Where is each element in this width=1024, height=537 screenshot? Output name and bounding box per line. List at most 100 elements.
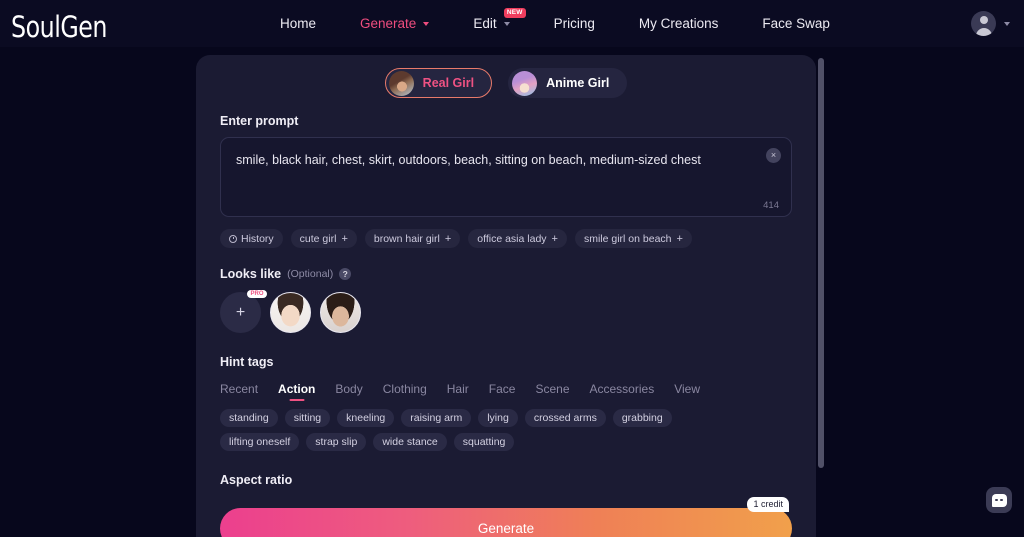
hint-tab-view[interactable]: View — [674, 382, 700, 401]
history-chip[interactable]: History — [220, 229, 283, 248]
nav-item-pricing[interactable]: Pricing — [532, 0, 617, 47]
plus-icon: + — [235, 303, 246, 321]
hint-tab-clothing[interactable]: Clothing — [383, 382, 427, 401]
hint-tag[interactable]: sitting — [284, 409, 331, 427]
scrollbar-thumb[interactable] — [818, 58, 824, 468]
account-menu[interactable] — [971, 11, 1010, 36]
hint-tag-row: lifting oneself strap slip wide stance s… — [220, 433, 792, 451]
generation-panel: Real Girl Anime Girl Enter prompt smile,… — [196, 55, 816, 537]
hint-tags-label: Hint tags — [220, 355, 792, 369]
chat-widget-button[interactable] — [986, 487, 1012, 513]
hint-tab-recent[interactable]: Recent — [220, 382, 258, 401]
prompt-textarea[interactable]: smile, black hair, chest, skirt, outdoor… — [220, 137, 792, 217]
generate-section: Generate 1 credit — [220, 497, 792, 537]
hint-tags-title: Hint tags — [220, 355, 274, 369]
nav-item-face-swap[interactable]: Face Swap — [740, 0, 852, 47]
add-face-button[interactable]: + PRO — [220, 290, 267, 333]
hint-tag[interactable]: kneeling — [337, 409, 395, 427]
chip-label: cute girl — [299, 232, 337, 245]
suggestion-chip[interactable]: smile girl on beach + — [574, 229, 692, 248]
hint-tag-list: standing sitting kneeling raising arm ly… — [220, 409, 792, 451]
hint-tag[interactable]: raising arm — [401, 409, 472, 427]
generate-label: Generate — [477, 521, 535, 536]
looks-like-title: Looks like — [220, 267, 282, 281]
help-icon[interactable]: ? — [339, 268, 352, 280]
user-avatar-icon — [971, 11, 996, 36]
suggestion-chip[interactable]: cute girl + — [290, 229, 357, 248]
new-badge: NEW — [503, 8, 526, 18]
chip-label: smile girl on beach — [583, 232, 672, 245]
generate-button[interactable]: Generate — [220, 508, 792, 537]
nav-item-label: Pricing — [553, 16, 595, 31]
plus-icon: + — [676, 232, 683, 245]
nav-item-label: Generate — [360, 16, 417, 31]
tab-label: Anime Girl — [546, 76, 610, 90]
nav-item-edit[interactable]: Edit NEW — [451, 0, 531, 47]
avatar-body — [975, 28, 992, 36]
tab-anime-girl[interactable]: Anime Girl — [508, 68, 628, 98]
hint-tab-accessories[interactable]: Accessories — [590, 382, 655, 401]
hint-tag-categories: Recent Action Body Clothing Hair Face Sc… — [220, 382, 792, 401]
aspect-ratio-title: Aspect ratio — [220, 473, 293, 487]
nav-item-label: Edit — [473, 16, 497, 31]
clear-prompt-icon[interactable]: × — [766, 148, 781, 163]
chip-label: office asia lady — [477, 232, 547, 245]
prompt-value: smile, black hair, chest, skirt, outdoor… — [236, 153, 701, 167]
plus-icon: + — [341, 232, 348, 245]
hint-tag[interactable]: crossed arms — [524, 409, 606, 427]
avatar-head — [979, 15, 988, 24]
nav-item-my-creations[interactable]: My Creations — [617, 0, 741, 47]
anime-girl-thumbnail-icon — [512, 70, 538, 96]
real-girl-thumbnail-icon — [388, 70, 414, 96]
app-root: SoulGen Home Generate Edit NEW Pricing M… — [0, 0, 1024, 537]
nav-item-home[interactable]: Home — [258, 0, 338, 47]
nav-item-label: My Creations — [638, 16, 719, 31]
girl-type-tabs: Real Girl Anime Girl — [220, 55, 792, 98]
brand-logo[interactable]: SoulGen — [11, 10, 107, 44]
prompt-suggestions: History cute girl + brown hair girl + of… — [220, 229, 792, 248]
tab-label: Real Girl — [422, 76, 475, 90]
history-label: History — [241, 232, 274, 245]
prompt-label-text: Enter prompt — [220, 114, 299, 128]
chevron-down-icon — [1004, 21, 1010, 26]
hint-tag[interactable]: grabbing — [612, 409, 672, 427]
clock-icon — [229, 234, 237, 243]
hint-tag[interactable]: squatting — [453, 433, 515, 451]
panel-scrollbar[interactable] — [818, 58, 824, 530]
hint-tab-body[interactable]: Body — [335, 382, 362, 401]
face-option-2[interactable] — [320, 292, 361, 333]
hint-tag[interactable]: strap slip — [306, 433, 367, 451]
nav-item-label: Home — [280, 16, 317, 31]
nav-item-label: Face Swap — [762, 16, 830, 31]
suggestion-chip[interactable]: office asia lady + — [468, 229, 567, 248]
credit-badge: 1 credit — [747, 497, 789, 512]
hint-tab-action[interactable]: Action — [278, 382, 315, 401]
chevron-down-icon — [503, 21, 510, 26]
nav-links: Home Generate Edit NEW Pricing My Creati… — [258, 0, 852, 47]
looks-like-label: Looks like (Optional) ? — [220, 267, 792, 281]
hint-tag[interactable]: standing — [220, 409, 278, 427]
hint-tag-row: standing sitting kneeling raising arm ly… — [220, 409, 792, 427]
chevron-down-icon — [423, 21, 430, 26]
pro-badge: PRO — [246, 290, 267, 298]
hint-tab-hair[interactable]: Hair — [447, 382, 469, 401]
tab-real-girl[interactable]: Real Girl — [384, 68, 493, 98]
nav-item-generate[interactable]: Generate — [338, 0, 451, 47]
hint-tab-face[interactable]: Face — [489, 382, 516, 401]
hint-tag[interactable]: lifting oneself — [220, 433, 300, 451]
prompt-label: Enter prompt — [220, 114, 792, 128]
face-option-1[interactable] — [270, 292, 311, 333]
chat-bubble-icon — [991, 493, 1007, 507]
looks-like-faces: + PRO — [220, 290, 792, 333]
plus-icon: + — [444, 232, 452, 245]
hint-tag[interactable]: lying — [478, 409, 518, 427]
looks-like-optional: (Optional) — [287, 268, 334, 280]
suggestion-chip[interactable]: brown hair girl + — [364, 229, 461, 248]
top-navbar: SoulGen Home Generate Edit NEW Pricing M… — [0, 0, 1024, 47]
hint-tab-scene[interactable]: Scene — [535, 382, 569, 401]
chip-label: brown hair girl — [373, 232, 440, 245]
char-count: 414 — [763, 200, 779, 211]
plus-icon: + — [551, 232, 558, 245]
aspect-ratio-label: Aspect ratio — [220, 473, 792, 487]
hint-tag[interactable]: wide stance — [373, 433, 447, 451]
